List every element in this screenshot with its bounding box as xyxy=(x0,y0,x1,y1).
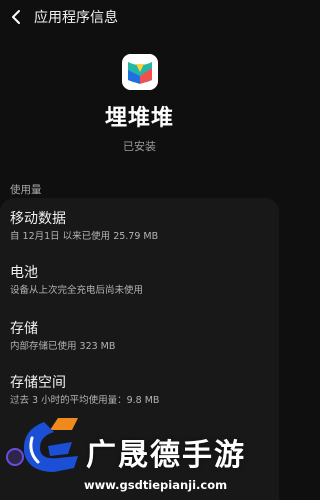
storage-item[interactable]: 存储 内部存储已使用 323 MB xyxy=(10,320,270,353)
watermark-url: www.gsdtiepianji.com xyxy=(84,478,228,492)
item-title: 电池 xyxy=(10,265,38,281)
item-subtitle: 设备从上次完全充电后尚未使用 xyxy=(10,285,144,296)
app-name: 埋堆堆 xyxy=(104,106,174,131)
install-status: 已安装 xyxy=(123,140,156,153)
item-title: 移动数据 xyxy=(10,211,66,227)
item-title: 存储 xyxy=(10,321,38,337)
app-icon xyxy=(121,54,158,90)
item-subtitle: 内部存储已使用 323 MB xyxy=(10,341,116,352)
item-subtitle: 自 12月1日 以来已使用 25.79 MB xyxy=(10,231,159,242)
app-header: 埋堆堆 已安装 xyxy=(0,54,279,154)
gsd-logo-icon xyxy=(14,412,90,478)
mobile-data-item[interactable]: 移动数据 自 12月1日 以来已使用 25.79 MB xyxy=(10,210,270,243)
memory-item[interactable]: 存储空间 过去 3 小时的平均使用量：9.8 MB xyxy=(10,374,270,407)
app-info-screen: 应用程序信息 埋堆堆 已安装 使用量 移动数据 自 12月1日 以来已使用 25… xyxy=(0,0,279,500)
battery-item[interactable]: 电池 设备从上次完全充电后尚未使用 xyxy=(10,264,270,297)
item-subtitle: 过去 3 小时的平均使用量：9.8 MB xyxy=(10,395,160,406)
usage-section-label: 使用量 xyxy=(10,184,42,196)
watermark-text: 广晟德手游 xyxy=(86,438,246,473)
item-title: 存储空间 xyxy=(10,375,66,391)
page-title: 应用程序信息 xyxy=(34,10,118,26)
watermark: 广晟德手游 www.gsdtiepianji.com xyxy=(0,412,279,500)
top-bar: 应用程序信息 xyxy=(0,0,279,34)
back-arrow-icon[interactable] xyxy=(6,6,28,28)
